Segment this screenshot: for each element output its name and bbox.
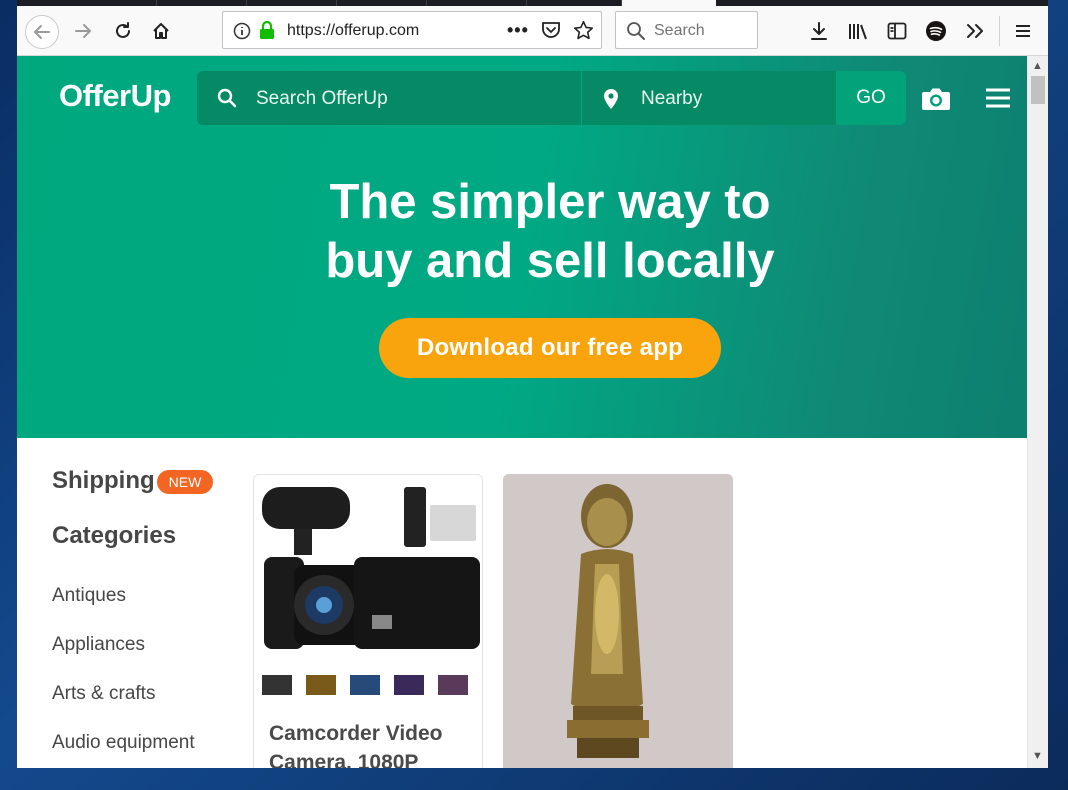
category-link[interactable]: Antiques — [52, 585, 126, 607]
site-search-placeholder: Search OfferUp — [256, 88, 388, 109]
browser-search-placeholder: Search — [654, 22, 705, 39]
download-app-button[interactable]: Download our free app — [379, 318, 721, 378]
sidebar-button[interactable] — [881, 15, 913, 47]
spotify-icon — [926, 21, 946, 41]
browser-search-input[interactable]: Search — [615, 11, 758, 49]
reload-button[interactable] — [107, 15, 139, 47]
category-link[interactable]: Appliances — [52, 634, 145, 656]
browser-window: https://offerup.com ••• Search OfferUp S… — [17, 6, 1048, 768]
sidebar-icon — [887, 22, 907, 40]
spotify-button[interactable] — [920, 15, 952, 47]
url-text[interactable]: https://offerup.com — [287, 22, 419, 40]
category-link[interactable]: Audio equipment — [52, 732, 195, 754]
location-pin-icon — [604, 89, 618, 109]
hero-headline-line2: buy and sell locally — [325, 234, 775, 288]
category-link[interactable]: Arts & crafts — [52, 683, 155, 705]
library-icon — [849, 24, 867, 40]
location-label: Nearby — [641, 88, 703, 109]
scrollbar-thumb[interactable] — [1031, 76, 1045, 104]
info-icon — [233, 22, 251, 40]
hero-headline: The simpler way to buy and sell locally — [17, 173, 1027, 291]
hamburger-icon[interactable] — [985, 87, 1011, 109]
listing-card[interactable] — [503, 474, 733, 768]
more-icon[interactable]: ••• — [507, 20, 529, 41]
address-bar[interactable]: https://offerup.com ••• — [222, 11, 602, 49]
overflow-icon — [967, 24, 983, 38]
back-button[interactable] — [25, 15, 59, 49]
scroll-down-icon[interactable]: ▼ — [1032, 750, 1043, 762]
forward-icon — [75, 24, 91, 38]
app-menu-button[interactable] — [1007, 15, 1039, 47]
buddha-statue-photo — [503, 474, 733, 768]
vertical-scrollbar[interactable]: ▲ ▼ — [1027, 56, 1048, 768]
offerup-logo[interactable]: OfferUp — [59, 78, 171, 114]
hamburger-icon — [1016, 25, 1030, 37]
pocket-icon[interactable] — [541, 21, 561, 40]
home-button[interactable] — [145, 15, 177, 47]
categories-heading: Categories — [52, 522, 177, 549]
library-button[interactable] — [842, 15, 874, 47]
listing-card[interactable]: Camcorder Video Camera, 1080P — [253, 474, 483, 768]
bookmark-star-icon[interactable] — [573, 20, 594, 41]
home-icon — [153, 23, 169, 39]
lock-icon — [260, 21, 274, 39]
downloads-button[interactable] — [803, 15, 835, 47]
listing-title[interactable]: Camcorder Video Camera, 1080P — [269, 719, 479, 768]
search-icon — [627, 22, 645, 40]
camera-icon[interactable] — [921, 86, 951, 112]
toolbar-separator — [999, 16, 1000, 46]
shipping-link[interactable]: Shipping — [52, 467, 155, 495]
camcorder-photo — [254, 475, 482, 707]
overflow-button[interactable] — [959, 15, 991, 47]
browser-toolbar: https://offerup.com ••• Search — [17, 6, 1048, 56]
go-button[interactable]: GO — [836, 71, 906, 125]
hero-banner: OfferUp Search OfferUp Nearby GO The sim… — [17, 56, 1027, 438]
web-page: OfferUp Search OfferUp Nearby GO The sim… — [17, 56, 1027, 768]
search-icon — [217, 88, 237, 108]
back-icon — [34, 25, 50, 39]
download-icon — [811, 22, 827, 40]
site-search-input[interactable]: Search OfferUp — [197, 71, 581, 125]
new-badge: NEW — [157, 470, 213, 494]
hero-headline-line1: The simpler way to — [329, 175, 771, 229]
forward-button[interactable] — [67, 15, 99, 47]
reload-icon — [116, 22, 130, 38]
scroll-up-icon[interactable]: ▲ — [1032, 60, 1043, 72]
location-selector[interactable]: Nearby — [582, 71, 836, 125]
